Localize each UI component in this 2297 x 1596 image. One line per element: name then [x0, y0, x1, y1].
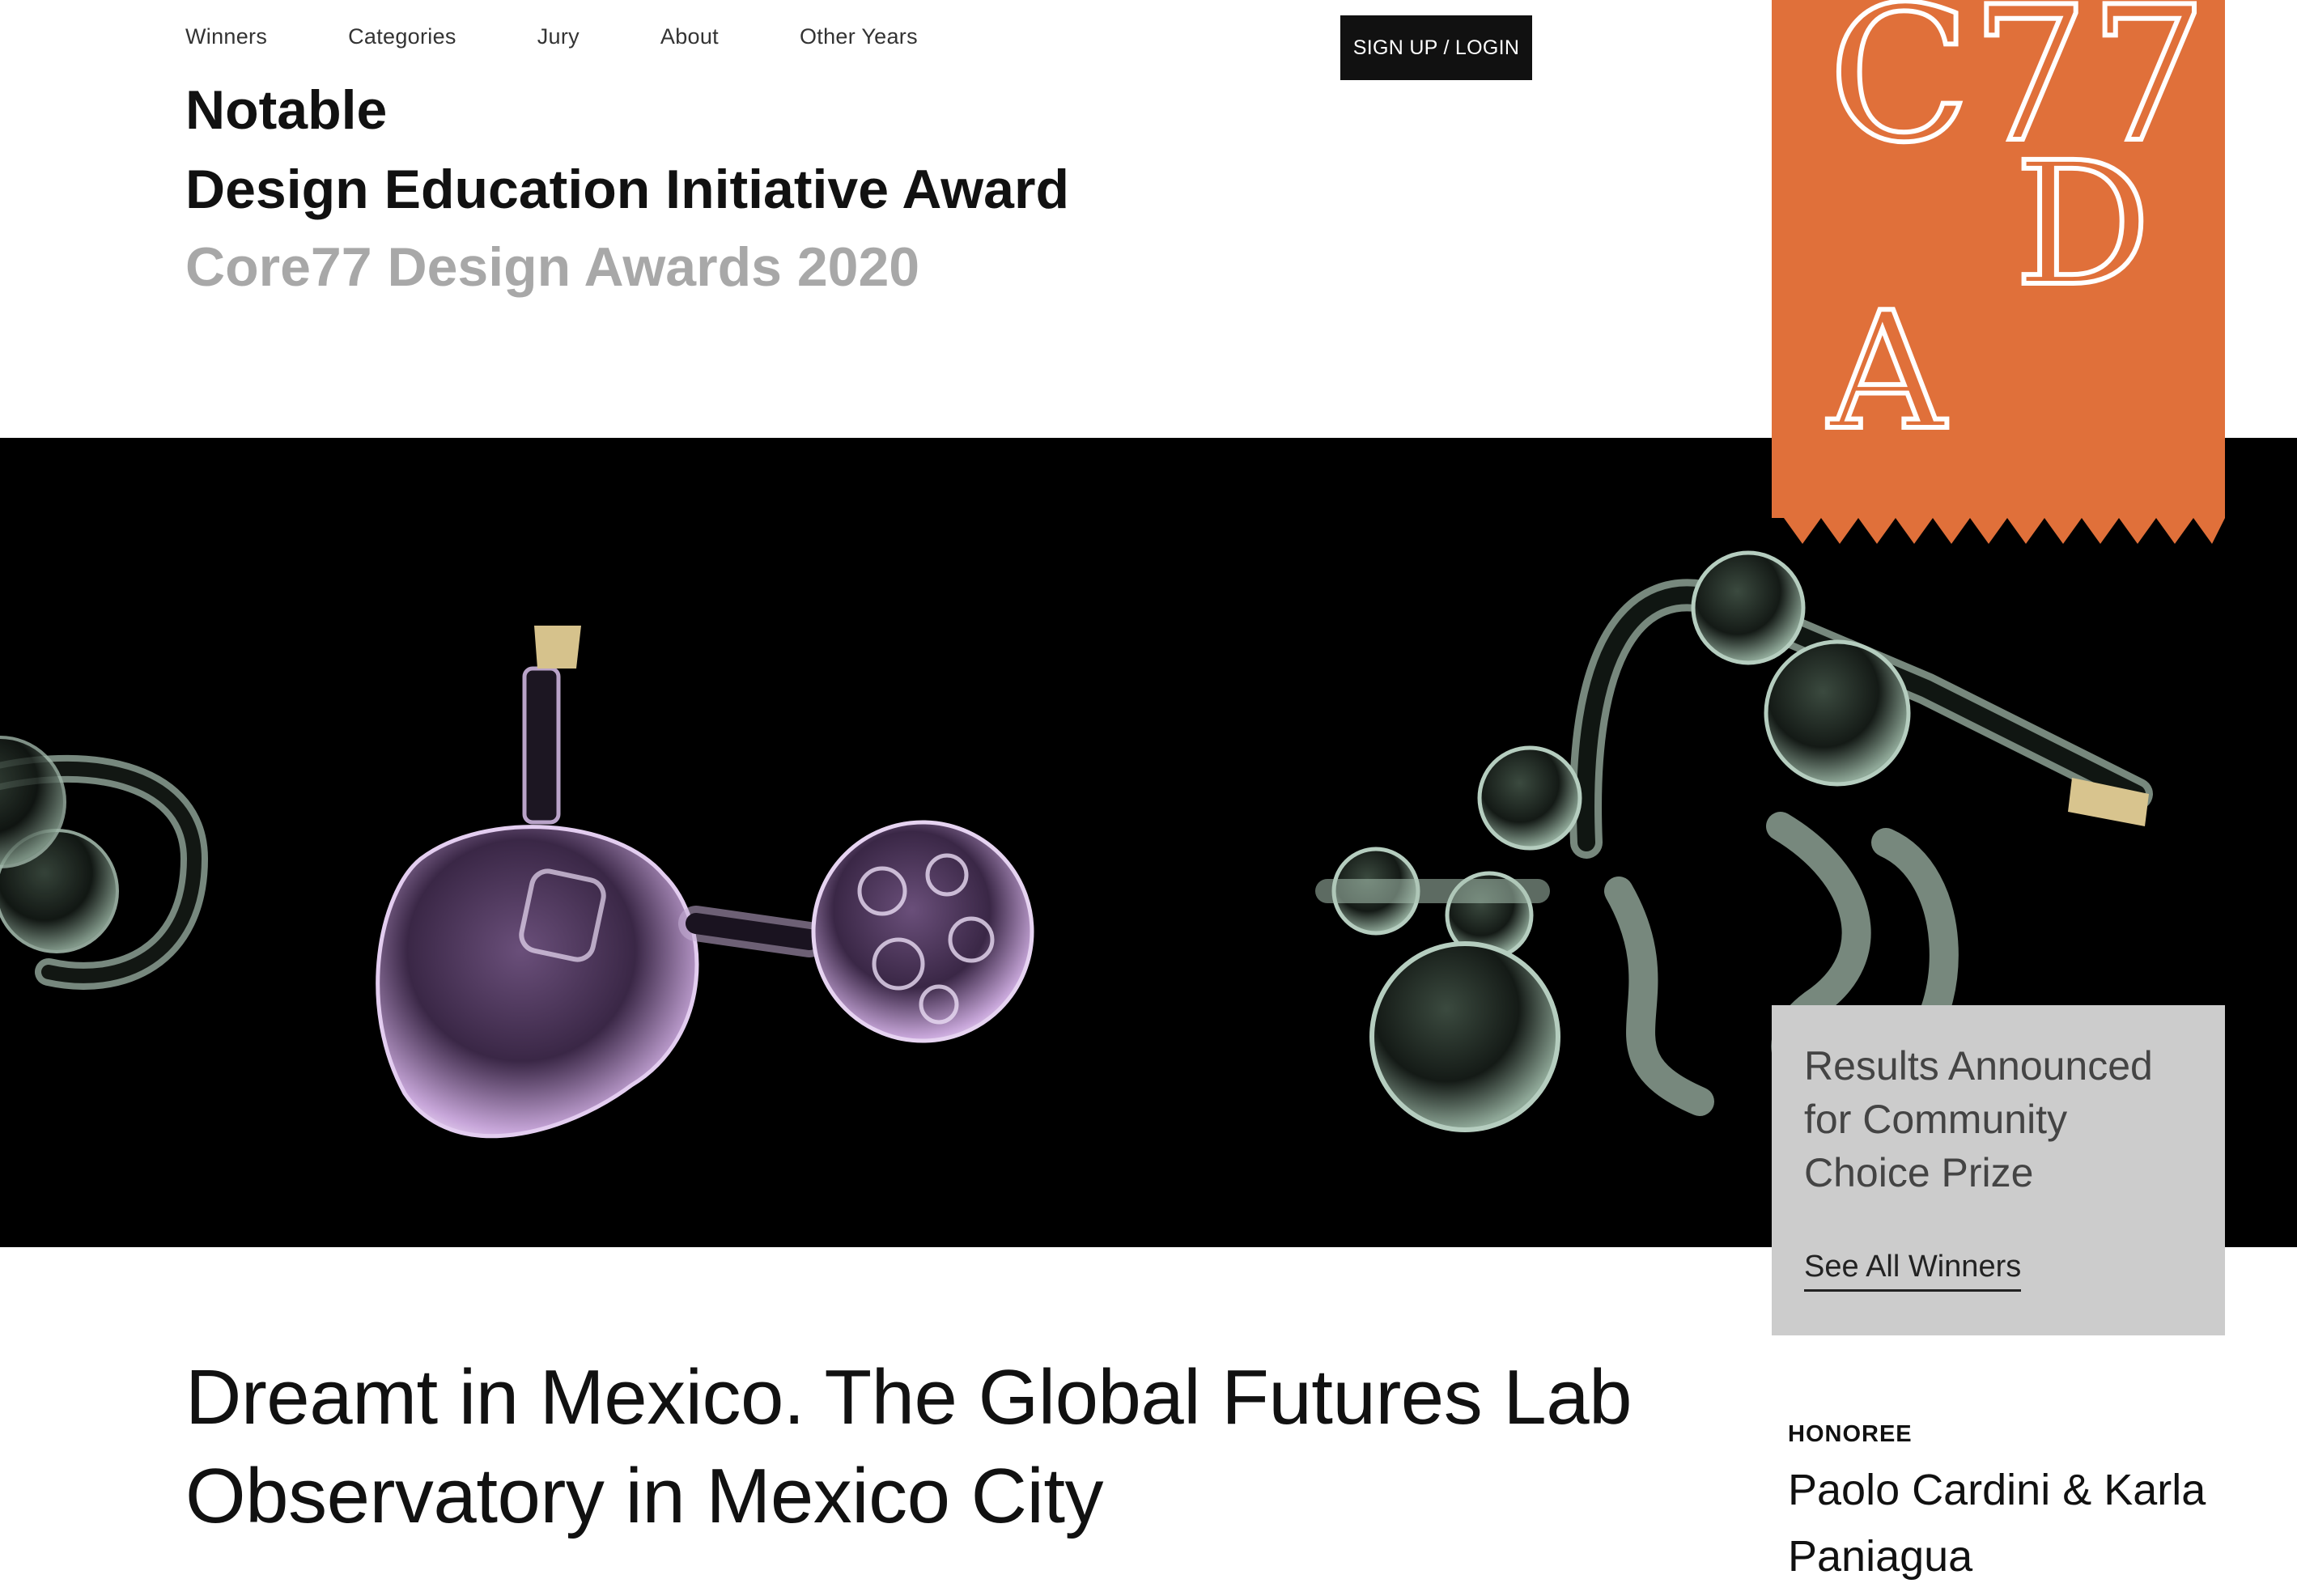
- nav-about[interactable]: About: [660, 24, 719, 49]
- glass-bumpy-sphere: [811, 820, 1034, 1043]
- main-nav: Winners Categories Jury About Other Year…: [185, 24, 999, 49]
- nav-winners[interactable]: Winners: [185, 24, 267, 49]
- page: Winners Categories Jury About Other Year…: [0, 0, 2297, 1596]
- nav-jury[interactable]: Jury: [537, 24, 580, 49]
- award-program[interactable]: Core77 Design Awards 2020: [185, 240, 919, 295]
- glass-flask-purple: [376, 626, 827, 1139]
- signup-login-button[interactable]: SIGN UP / LOGIN: [1340, 15, 1532, 80]
- glass-coil-left: [0, 736, 209, 990]
- nav-categories[interactable]: Categories: [348, 24, 456, 49]
- logo-line-a: A: [1827, 278, 1947, 466]
- announcement-text: Results Announced for Community Choice P…: [1804, 1043, 2153, 1195]
- honoree-label: HONOREE: [1788, 1421, 1913, 1447]
- award-rank: Notable: [185, 79, 388, 141]
- project-title: Dreamt in Mexico. The Global Futures Lab…: [185, 1354, 1633, 1539]
- see-all-winners-link[interactable]: See All Winners: [1804, 1250, 2022, 1292]
- announcement-box: Results Announced for Community Choice P…: [1772, 1005, 2225, 1335]
- c77da-logo-ribbon[interactable]: C77 D A: [1772, 0, 2225, 544]
- nav-other-years[interactable]: Other Years: [800, 24, 918, 49]
- logo-line-d: D: [2015, 125, 2151, 324]
- honoree-names: Paolo Cardini & Karla Paniagua: [1788, 1466, 2206, 1581]
- award-category: Design Education Initiative Award: [185, 159, 1069, 220]
